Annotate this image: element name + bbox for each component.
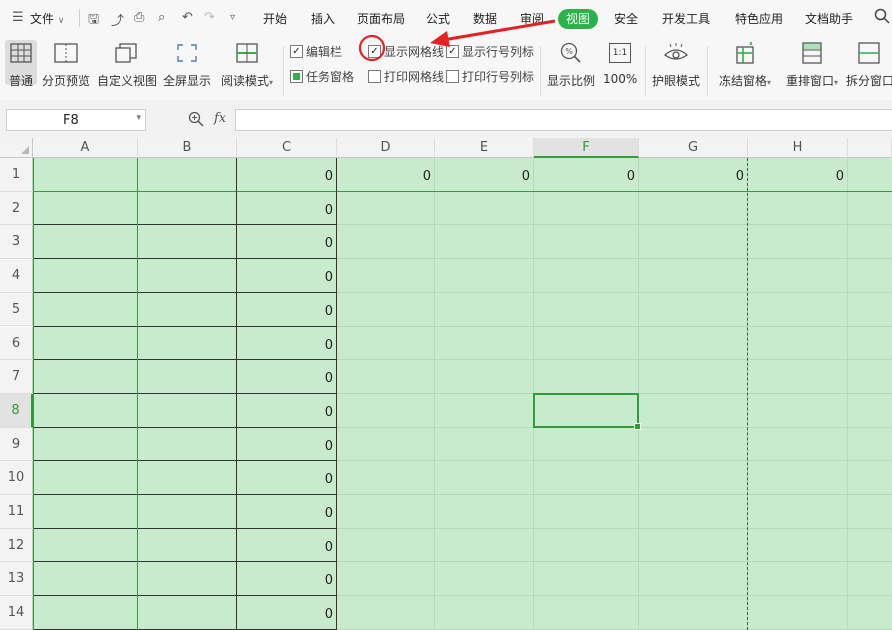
gridline bbox=[434, 158, 435, 630]
row-header-9[interactable]: 9 bbox=[0, 427, 33, 462]
column-header-a[interactable]: A bbox=[33, 138, 138, 158]
cell-c14[interactable]: 0 bbox=[237, 596, 337, 630]
cell-c11[interactable]: 0 bbox=[237, 495, 337, 529]
select-all-corner[interactable] bbox=[0, 138, 33, 158]
cell-c8[interactable]: 0 bbox=[237, 394, 337, 428]
row-header-4[interactable]: 4 bbox=[0, 259, 33, 293]
cell-c13[interactable]: 0 bbox=[237, 562, 337, 596]
name-box-value: F8 bbox=[63, 113, 79, 128]
cell-h1[interactable]: 0 bbox=[748, 158, 848, 192]
name-box[interactable]: F8 ▾ bbox=[6, 109, 146, 131]
selected-cell-outline[interactable] bbox=[533, 392, 641, 430]
row-header-7[interactable]: 7 bbox=[0, 360, 33, 394]
cell-c5[interactable]: 0 bbox=[237, 293, 337, 327]
column-header-h[interactable]: H bbox=[748, 138, 848, 158]
cell-c12[interactable]: 0 bbox=[237, 529, 337, 563]
column-header-g[interactable]: G bbox=[639, 138, 748, 158]
row-header-14[interactable]: 14 bbox=[0, 596, 33, 630]
cell-f1[interactable]: 0 bbox=[534, 158, 639, 192]
row-header-1[interactable]: 1 bbox=[0, 158, 33, 192]
column-header-c[interactable]: C bbox=[237, 138, 337, 158]
cell-g1[interactable]: 0 bbox=[639, 158, 748, 192]
cell-c6[interactable]: 0 bbox=[237, 327, 337, 361]
row-header-6[interactable]: 6 bbox=[0, 326, 33, 361]
dropdown-icon[interactable]: ▾ bbox=[136, 113, 141, 123]
cell-e1[interactable]: 0 bbox=[435, 158, 534, 192]
fill-handle[interactable] bbox=[634, 422, 641, 430]
cell-c2[interactable]: 0 bbox=[237, 192, 337, 226]
cell-c3[interactable]: 0 bbox=[237, 225, 337, 259]
cell-area[interactable]: 0000000000000000000 bbox=[33, 158, 892, 630]
column-header-e[interactable]: E bbox=[435, 138, 534, 158]
row-header-11[interactable]: 11 bbox=[0, 495, 33, 529]
column-header-b[interactable]: B bbox=[138, 138, 237, 158]
column-header-f[interactable]: F bbox=[534, 138, 639, 158]
cell-c9[interactable]: 0 bbox=[237, 428, 337, 462]
annotation-arrow-icon bbox=[442, 19, 556, 42]
cell-c7[interactable]: 0 bbox=[237, 360, 337, 394]
formula-bar: F8 ▾ fx bbox=[0, 100, 892, 138]
cell-d1[interactable]: 0 bbox=[337, 158, 435, 192]
cell-c4[interactable]: 0 bbox=[237, 259, 337, 293]
cell-c1[interactable]: 0 bbox=[237, 158, 337, 192]
spreadsheet-grid: ABCDEFGH 1 2 3 4 5 6 7 8 9 10 11 12 13 14 00000000000… bbox=[0, 138, 892, 630]
formula-input[interactable] bbox=[235, 109, 892, 131]
highlight-circle-icon bbox=[358, 34, 386, 62]
row-header-8[interactable]: 8 bbox=[0, 393, 33, 428]
cell-border bbox=[33, 158, 34, 630]
column-header-d[interactable]: D bbox=[337, 138, 435, 158]
cell-border bbox=[137, 158, 138, 630]
fx-label[interactable]: fx bbox=[214, 111, 226, 131]
zoom-formula-icon[interactable] bbox=[188, 111, 204, 131]
annotation-overlay bbox=[358, 19, 556, 62]
column-header-next[interactable] bbox=[848, 138, 892, 158]
cell-c10[interactable]: 0 bbox=[237, 461, 337, 495]
row-header-12[interactable]: 12 bbox=[0, 528, 33, 563]
cell-border bbox=[747, 158, 748, 630]
row-header-10[interactable]: 10 bbox=[0, 461, 33, 495]
row-header-13[interactable]: 13 bbox=[0, 562, 33, 597]
gridline bbox=[847, 158, 848, 630]
row-header-2[interactable]: 2 bbox=[0, 191, 33, 226]
row-header-3[interactable]: 3 bbox=[0, 225, 33, 260]
row-header-5[interactable]: 5 bbox=[0, 292, 33, 327]
